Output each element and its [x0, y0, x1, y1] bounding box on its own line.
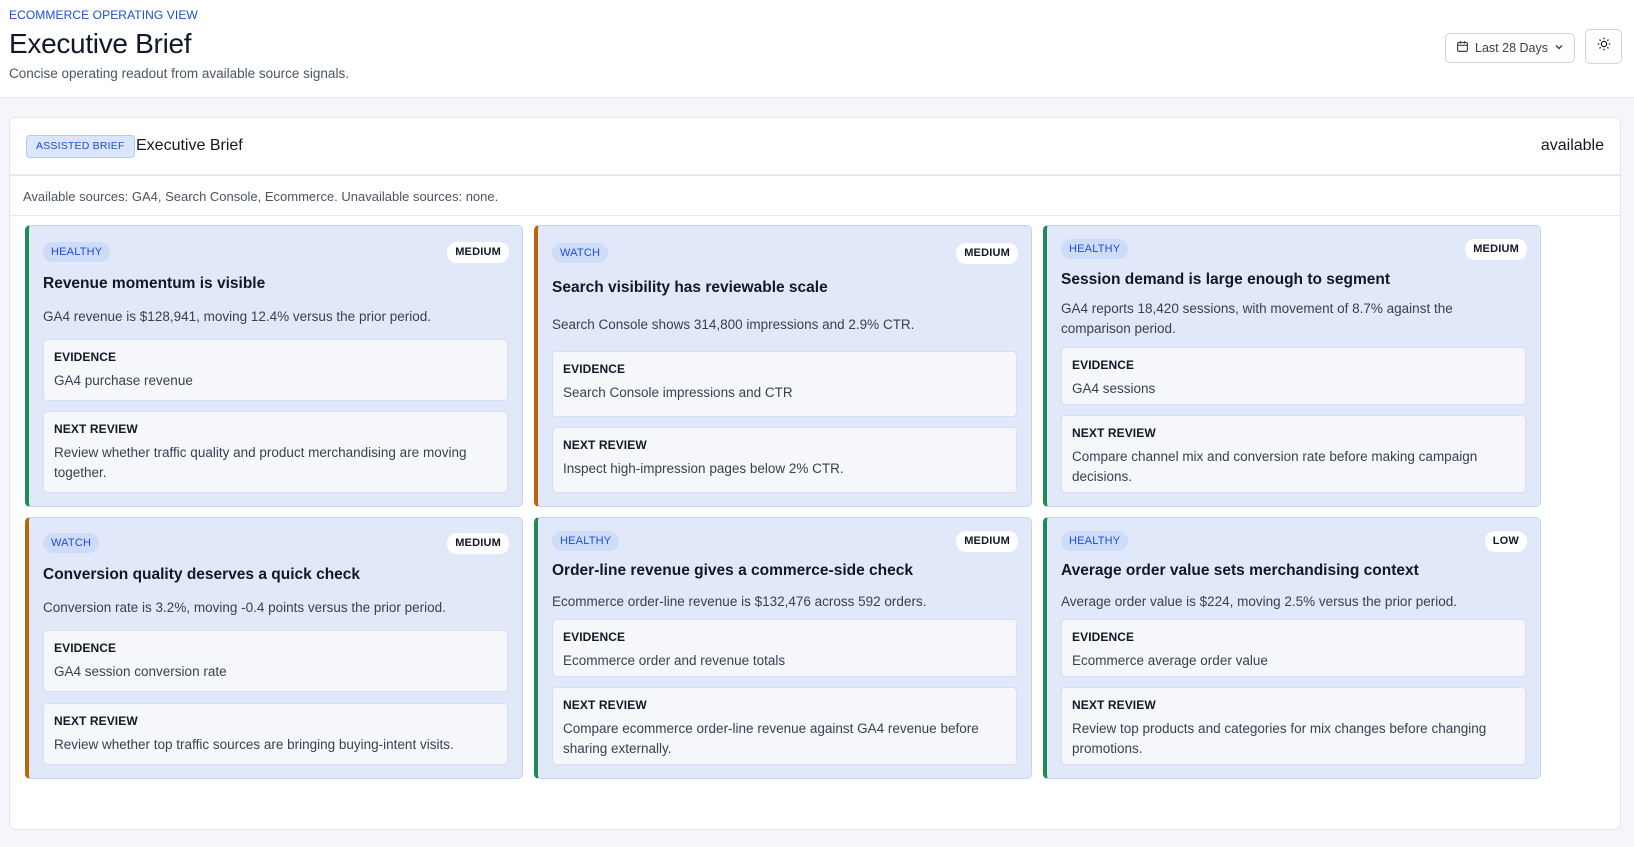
card-summary: Conversion rate is 3.2%, moving -0.4 poi… — [43, 600, 446, 615]
next-review-box: NEXT REVIEW Compare ecommerce order-line… — [552, 687, 1017, 765]
status-badge: WATCH — [552, 243, 609, 263]
card-title: Conversion quality deserves a quick chec… — [43, 566, 361, 583]
next-review-label: NEXT REVIEW — [563, 438, 647, 452]
next-review-text: Review whether top traffic sources are b… — [54, 737, 454, 752]
date-range-label: Last 28 Days — [1475, 41, 1548, 55]
status-badge: HEALTHY — [1061, 239, 1129, 259]
next-review-text: Review whether traffic quality and produ… — [54, 445, 467, 480]
next-review-text: Inspect high-impression pages below 2% C… — [563, 461, 844, 476]
evidence-text: GA4 session conversion rate — [54, 664, 227, 679]
brief-title: Executive Brief — [136, 137, 243, 154]
card-summary: Ecommerce order-line revenue is $132,476… — [552, 594, 927, 609]
next-review-label: NEXT REVIEW — [1072, 426, 1156, 440]
next-review-box: NEXT REVIEW Review top products and cate… — [1061, 687, 1526, 765]
insight-card: WATCH MEDIUM Search visibility has revie… — [534, 225, 1032, 507]
insight-card: HEALTHY MEDIUM Order-line revenue gives … — [534, 517, 1032, 779]
evidence-label: EVIDENCE — [563, 630, 626, 644]
status-badge: WATCH — [43, 533, 100, 553]
evidence-label: EVIDENCE — [54, 350, 117, 364]
insight-card: WATCH MEDIUM Conversion quality deserves… — [25, 517, 523, 779]
card-title: Search visibility has reviewable scale — [552, 279, 828, 296]
page-eyebrow: ECOMMERCE OPERATING VIEW — [9, 8, 198, 22]
next-review-box: NEXT REVIEW Inspect high-impression page… — [552, 427, 1017, 493]
evidence-text: Ecommerce order and revenue totals — [563, 653, 786, 668]
page-title: Executive Brief — [9, 28, 192, 59]
brief-panel: ASSISTED BRIEF Executive Brief available… — [9, 117, 1621, 830]
confidence-badge: LOW — [1484, 531, 1527, 552]
confidence-badge: MEDIUM — [956, 531, 1018, 552]
status-badge: HEALTHY — [43, 242, 111, 262]
next-review-box: NEXT REVIEW Review whether traffic quali… — [43, 411, 508, 493]
insight-card: HEALTHY LOW Average order value sets mer… — [1043, 517, 1541, 779]
evidence-text: GA4 purchase revenue — [54, 373, 193, 388]
confidence-badge: MEDIUM — [447, 533, 509, 554]
evidence-box: EVIDENCE Ecommerce average order value — [1061, 619, 1526, 677]
evidence-text: GA4 sessions — [1072, 381, 1156, 396]
card-summary: GA4 revenue is $128,941, moving 12.4% ve… — [43, 309, 431, 324]
date-range-button[interactable]: Last 28 Days — [1445, 33, 1575, 63]
assisted-brief-badge: ASSISTED BRIEF — [26, 135, 135, 158]
card-title: Order-line revenue gives a commerce-side… — [552, 562, 913, 579]
next-review-text: Review top products and categories for m… — [1072, 721, 1487, 756]
evidence-box: EVIDENCE Search Console impressions and … — [552, 351, 1017, 417]
evidence-label: EVIDENCE — [1072, 630, 1135, 644]
chevron-down-icon — [1554, 41, 1564, 55]
card-summary: GA4 reports 18,420 sessions, with moveme… — [1061, 301, 1453, 336]
page-header: ECOMMERCE OPERATING VIEW Executive Brief… — [0, 0, 1634, 98]
evidence-box: EVIDENCE GA4 session conversion rate — [43, 630, 508, 692]
card-title: Session demand is large enough to segmen… — [1061, 271, 1391, 288]
sources-bar: Available sources: GA4, Search Console, … — [10, 175, 1620, 216]
card-title: Average order value sets merchandising c… — [1061, 562, 1419, 579]
evidence-label: EVIDENCE — [563, 362, 626, 376]
brief-header: ASSISTED BRIEF Executive Brief available — [10, 118, 1620, 175]
evidence-label: EVIDENCE — [54, 641, 117, 655]
card-title: Revenue momentum is visible — [43, 275, 266, 292]
brief-status: available — [1540, 137, 1604, 154]
next-review-box: NEXT REVIEW Review whether top traffic s… — [43, 703, 508, 765]
evidence-text: Ecommerce average order value — [1072, 653, 1268, 668]
evidence-label: EVIDENCE — [1072, 358, 1135, 372]
sources-text: Available sources: GA4, Search Console, … — [23, 189, 499, 204]
confidence-badge: MEDIUM — [447, 242, 509, 263]
evidence-box: EVIDENCE GA4 purchase revenue — [43, 339, 508, 401]
page-subtitle: Concise operating readout from available… — [9, 66, 349, 81]
next-review-text: Compare ecommerce order-line revenue aga… — [563, 721, 979, 756]
evidence-box: EVIDENCE GA4 sessions — [1061, 347, 1526, 405]
next-review-box: NEXT REVIEW Compare channel mix and conv… — [1061, 415, 1526, 493]
next-review-text: Compare channel mix and conversion rate … — [1072, 449, 1478, 484]
next-review-label: NEXT REVIEW — [54, 422, 138, 436]
confidence-badge: MEDIUM — [956, 243, 1018, 264]
next-review-label: NEXT REVIEW — [563, 698, 647, 712]
insight-card: HEALTHY MEDIUM Revenue momentum is visib… — [25, 225, 523, 507]
evidence-text: Search Console impressions and CTR — [563, 385, 793, 400]
evidence-box: EVIDENCE Ecommerce order and revenue tot… — [552, 619, 1017, 677]
status-badge: HEALTHY — [1061, 531, 1129, 551]
next-review-label: NEXT REVIEW — [54, 714, 138, 728]
theme-toggle-button[interactable] — [1585, 29, 1622, 64]
sun-icon — [1597, 37, 1611, 56]
next-review-label: NEXT REVIEW — [1072, 698, 1156, 712]
card-summary: Average order value is $224, moving 2.5%… — [1061, 594, 1457, 609]
insight-card: HEALTHY MEDIUM Session demand is large e… — [1043, 225, 1541, 507]
status-badge: HEALTHY — [552, 531, 620, 551]
card-summary: Search Console shows 314,800 impressions… — [552, 317, 915, 332]
confidence-badge: MEDIUM — [1465, 239, 1527, 260]
calendar-icon — [1456, 40, 1469, 56]
